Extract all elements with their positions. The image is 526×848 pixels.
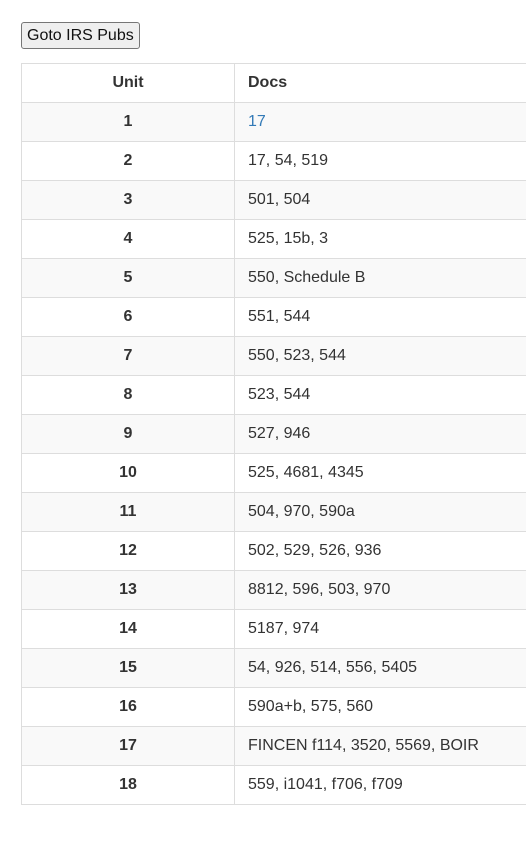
- table-row: 6 551, 544: [21, 297, 526, 337]
- docs-cell: 54, 926, 514, 556, 5405: [234, 648, 526, 688]
- table-row: 18 559, i1041, f706, f709: [21, 765, 526, 805]
- table-body: 1 17 2 17, 54, 519 3 501, 504 4 525, 15b, 3 5 550…: [21, 102, 526, 805]
- docs-cell: 559, i1041, f706, f709: [234, 765, 526, 805]
- docs-cell: 17: [234, 102, 526, 142]
- unit-cell: 2: [21, 141, 235, 181]
- unit-cell: 6: [21, 297, 235, 337]
- table-row: 16 590a+b, 575, 560: [21, 687, 526, 727]
- docs-cell: 550, 523, 544: [234, 336, 526, 376]
- docs-cell: 525, 4681, 4345: [234, 453, 526, 493]
- table-row: 1 17: [21, 102, 526, 142]
- docs-cell: 590a+b, 575, 560: [234, 687, 526, 727]
- table-row: 5 550, Schedule B: [21, 258, 526, 298]
- docs-cell: 551, 544: [234, 297, 526, 337]
- table-row: 13 8812, 596, 503, 970: [21, 570, 526, 610]
- table-row: 11 504, 970, 590a: [21, 492, 526, 532]
- doc-link[interactable]: 17: [248, 113, 266, 130]
- units-docs-table: Unit Docs 1 17 2 17, 54, 519 3 501, 504 4 525, …: [21, 63, 526, 805]
- column-header-docs: Docs: [234, 63, 526, 103]
- docs-cell: 8812, 596, 503, 970: [234, 570, 526, 610]
- unit-cell: 10: [21, 453, 235, 493]
- docs-cell: 504, 970, 590a: [234, 492, 526, 532]
- table-row: 12 502, 529, 526, 936: [21, 531, 526, 571]
- table-row: 14 5187, 974: [21, 609, 526, 649]
- docs-cell: 523, 544: [234, 375, 526, 415]
- docs-cell: 5187, 974: [234, 609, 526, 649]
- docs-cell: 550, Schedule B: [234, 258, 526, 298]
- docs-cell: FINCEN f114, 3520, 5569, BOIR: [234, 726, 526, 766]
- page: Goto IRS Pubs Unit Docs 1 17 2 17, 54, 519 3…: [0, 0, 526, 848]
- unit-cell: 11: [21, 492, 235, 532]
- unit-cell: 3: [21, 180, 235, 220]
- unit-cell: 9: [21, 414, 235, 454]
- unit-cell: 17: [21, 726, 235, 766]
- docs-cell: 527, 946: [234, 414, 526, 454]
- docs-cell: 501, 504: [234, 180, 526, 220]
- table-row: 7 550, 523, 544: [21, 336, 526, 376]
- unit-cell: 12: [21, 531, 235, 571]
- table-row: 17 FINCEN f114, 3520, 5569, BOIR: [21, 726, 526, 766]
- goto-irs-pubs-button[interactable]: Goto IRS Pubs: [21, 22, 140, 49]
- unit-cell: 14: [21, 609, 235, 649]
- table-row: 4 525, 15b, 3: [21, 219, 526, 259]
- unit-cell: 18: [21, 765, 235, 805]
- table-row: 15 54, 926, 514, 556, 5405: [21, 648, 526, 688]
- table-row: 8 523, 544: [21, 375, 526, 415]
- table-row: 3 501, 504: [21, 180, 526, 220]
- docs-cell: 502, 529, 526, 936: [234, 531, 526, 571]
- unit-cell: 13: [21, 570, 235, 610]
- table-row: 9 527, 946: [21, 414, 526, 454]
- docs-cell: 525, 15b, 3: [234, 219, 526, 259]
- unit-cell: 16: [21, 687, 235, 727]
- docs-cell: 17, 54, 519: [234, 141, 526, 181]
- unit-cell: 5: [21, 258, 235, 298]
- units-table-container: Unit Docs 1 17 2 17, 54, 519 3 501, 504 4 525, …: [21, 63, 526, 805]
- column-header-unit: Unit: [21, 63, 235, 103]
- table-row: 2 17, 54, 519: [21, 141, 526, 181]
- unit-cell: 15: [21, 648, 235, 688]
- unit-cell: 1: [21, 102, 235, 142]
- unit-cell: 4: [21, 219, 235, 259]
- table-header-row: Unit Docs: [21, 63, 526, 103]
- unit-cell: 8: [21, 375, 235, 415]
- unit-cell: 7: [21, 336, 235, 376]
- table-row: 10 525, 4681, 4345: [21, 453, 526, 493]
